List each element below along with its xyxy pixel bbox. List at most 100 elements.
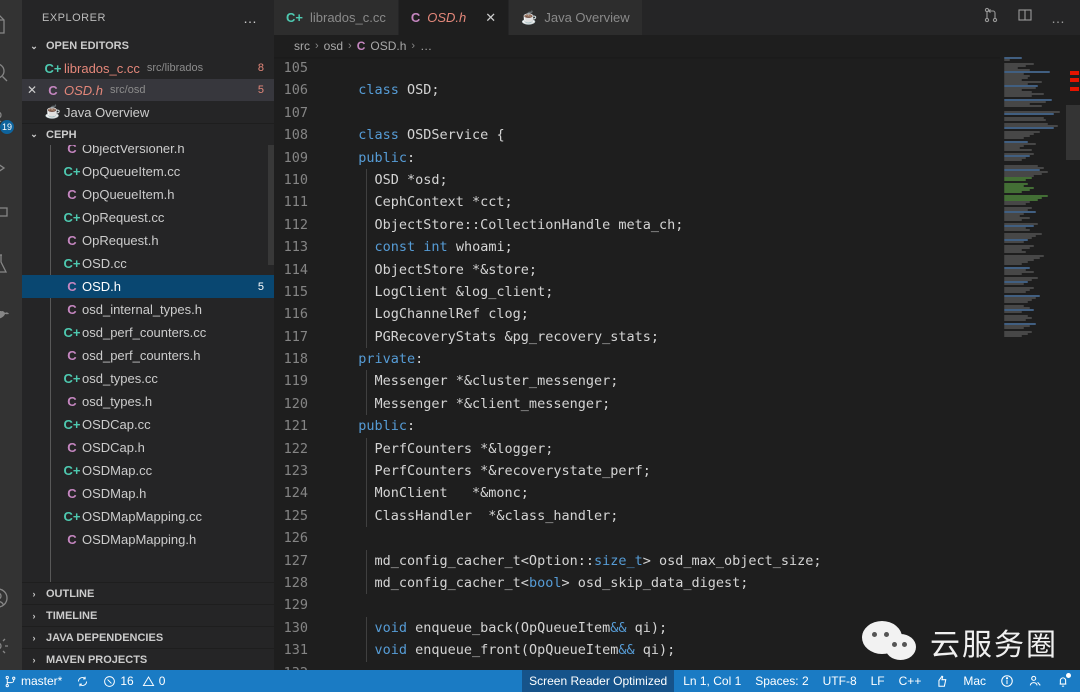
code-line[interactable]: 112 ObjectStore::CollectionHandle meta_c…	[274, 213, 1000, 237]
code-line[interactable]: 124 MonClient *&monc;	[274, 482, 1000, 505]
testing-icon[interactable]	[0, 240, 22, 288]
code-line[interactable]: 108 class OSDService {	[274, 124, 1000, 146]
sidebar-section-maven-projects[interactable]: › MAVEN PROJECTS	[22, 648, 274, 670]
file-tree-item[interactable]: Cosd_perf_counters.h	[22, 344, 274, 367]
file-tree-item[interactable]: C OSDMap.h	[22, 482, 274, 505]
code-line[interactable]: 115 LogClient &log_client;	[274, 280, 1000, 304]
status-cursor-position[interactable]: Ln 1, Col 1	[676, 670, 748, 692]
scrollbar-slider[interactable]	[1066, 105, 1080, 160]
tab-java-overview[interactable]: ☕ Java Overview	[509, 0, 643, 35]
code-line[interactable]: 128 md_config_cacher_t<bool> osd_skip_da…	[274, 571, 1000, 595]
extensions-icon[interactable]	[0, 192, 22, 240]
status-platform[interactable]: Mac	[956, 670, 993, 692]
file-tree-item[interactable]: C OpQueueItem.h	[22, 183, 274, 206]
code-line[interactable]: 119 Messenger *&cluster_messenger;	[274, 370, 1000, 393]
code-line[interactable]: 120 Messenger *&client_messenger;	[274, 392, 1000, 416]
file-tree-item[interactable]: C OpRequest.h	[22, 229, 274, 252]
open-editor-item[interactable]: ✕☕Java Overview	[22, 101, 274, 123]
run-debug-icon[interactable]	[0, 144, 22, 192]
overview-ruler[interactable]	[1066, 57, 1080, 670]
layout-panel-icon[interactable]	[1017, 7, 1033, 28]
status-screen-reader[interactable]: Screen Reader Optimized	[522, 670, 675, 692]
status-encoding[interactable]: UTF-8	[816, 670, 864, 692]
file-tree-item[interactable]: C+ OSD.cc	[22, 252, 274, 275]
status-branch[interactable]: master*	[0, 670, 69, 692]
docker-icon[interactable]	[0, 288, 22, 336]
minimap[interactable]	[1000, 57, 1066, 670]
code-line[interactable]: 118 private:	[274, 348, 1000, 370]
tab-osd-h[interactable]: C OSD.h ✕	[398, 0, 510, 35]
thumbs-up-icon	[935, 674, 949, 688]
tab-librados-c-cc[interactable]: C+ librados_c.cc	[274, 0, 399, 35]
file-tree-item[interactable]: C ObjectVersioner.h	[22, 145, 274, 160]
breadcrumb-item[interactable]: OSD.h	[370, 39, 406, 53]
code-line[interactable]: 110 OSD *osd;	[274, 168, 1000, 192]
status-sync[interactable]	[69, 670, 96, 692]
section-ceph[interactable]: ⌄ CEPH	[22, 123, 274, 145]
search-icon[interactable]	[0, 48, 22, 96]
status-language-mode[interactable]: C++	[892, 670, 929, 692]
code-editor[interactable]: 105 106 class OSD; 107 108 class OSDService…	[274, 57, 1080, 670]
tab-close-icon[interactable]: ✕	[485, 10, 496, 26]
settings-gear-icon[interactable]	[0, 622, 22, 670]
file-tree-item[interactable]: C+ OSDMap.cc	[22, 459, 274, 482]
status-notifications[interactable]	[1049, 670, 1080, 692]
code-line[interactable]: 129	[274, 594, 1000, 616]
code-line[interactable]: 131 void enqueue_front(OpQueueItem&& qi)…	[274, 639, 1000, 662]
source-control-icon[interactable]: 19	[0, 96, 22, 144]
sidebar-more-actions-icon[interactable]: …	[243, 10, 266, 26]
file-tree-item[interactable]: Cosd_types.h	[22, 390, 274, 413]
file-tree-item[interactable]: C+ osd_types.cc	[22, 367, 274, 390]
code-line[interactable]: 126	[274, 527, 1000, 549]
file-tree-item[interactable]: C+ OpQueueItem.cc	[22, 160, 274, 183]
sidebar-section-java-dependencies[interactable]: › JAVA DEPENDENCIES	[22, 626, 274, 648]
split-editor-icon[interactable]	[983, 7, 999, 28]
code-line[interactable]: 111 CephContext *cct;	[274, 191, 1000, 214]
code-line[interactable]: 114 ObjectStore *&store;	[274, 258, 1000, 281]
open-editor-item[interactable]: ✕C+librados_c.ccsrc/librados8	[22, 57, 274, 79]
more-actions-icon[interactable]: …	[1051, 10, 1066, 26]
accounts-icon[interactable]	[0, 574, 22, 622]
close-icon[interactable]: ✕	[22, 83, 42, 97]
breadcrumb-item[interactable]: …	[420, 39, 432, 53]
code-line[interactable]: 106 class OSD;	[274, 79, 1000, 101]
file-tree-item[interactable]: C OSDMapMapping.h	[22, 528, 274, 551]
code-line[interactable]: 122 PerfCounters *&logger;	[274, 437, 1000, 461]
code-line[interactable]: 107	[274, 102, 1000, 124]
status-problems[interactable]: 16 0	[96, 670, 172, 692]
file-tree-item[interactable]: C OSDCap.h	[22, 436, 274, 459]
code-scroll-area[interactable]: 105 106 class OSD; 107 108 class OSDService…	[274, 57, 1000, 670]
status-indentation[interactable]: Spaces: 2	[748, 670, 815, 692]
sidebar-section-outline[interactable]: › OUTLINE	[22, 582, 274, 604]
file-tree-item[interactable]: C+ OSDMapMapping.cc	[22, 505, 274, 528]
status-live-share[interactable]	[1021, 670, 1049, 692]
indent-guide	[366, 460, 367, 483]
code-line[interactable]: 105	[274, 57, 1000, 79]
file-tree-item[interactable]: Cosd_internal_types.h	[22, 298, 274, 321]
file-tree-item[interactable]: C+ osd_perf_counters.cc	[22, 321, 274, 344]
file-tree-item-selected[interactable]: C OSD.h 5	[22, 275, 274, 298]
code-line[interactable]: 109 public:	[274, 147, 1000, 169]
code-line[interactable]: 116 LogChannelRef clog;	[274, 303, 1000, 326]
code-line[interactable]: 121 public:	[274, 415, 1000, 437]
open-editor-item[interactable]: ✕ C OSD.h src/osd 5	[22, 79, 274, 101]
cpp-source-icon: C+	[63, 509, 81, 524]
status-eol[interactable]: LF	[864, 670, 892, 692]
explorer-icon[interactable]	[0, 0, 22, 48]
status-info[interactable]	[993, 670, 1021, 692]
file-tree-item[interactable]: C+ OSDCap.cc	[22, 413, 274, 436]
breadcrumb-item[interactable]: src	[294, 39, 310, 53]
code-line[interactable]: 132	[274, 662, 1000, 670]
code-line[interactable]: 130 void enqueue_back(OpQueueItem&& qi);	[274, 616, 1000, 640]
file-tree-item[interactable]: C+ OpRequest.cc	[22, 206, 274, 229]
status-feedback[interactable]	[928, 670, 956, 692]
code-line[interactable]: 123 PerfCounters *&recoverystate_perf;	[274, 460, 1000, 483]
file-tree[interactable]: C ObjectVersioner.h C+ OpQueueItem.cc C OpQue…	[22, 145, 274, 582]
code-line[interactable]: 113 const int whoami;	[274, 236, 1000, 259]
section-open-editors[interactable]: ⌄ OPEN EDITORS	[22, 35, 274, 57]
code-line[interactable]: 127 md_config_cacher_t<Option::size_t> o…	[274, 549, 1000, 572]
breadcrumb-item[interactable]: osd	[324, 39, 343, 53]
sidebar-section-timeline[interactable]: › TIMELINE	[22, 604, 274, 626]
code-line[interactable]: 117 PGRecoveryStats &pg_recovery_stats;	[274, 325, 1000, 349]
code-line[interactable]: 125 ClassHandler *&class_handler;	[274, 504, 1000, 528]
